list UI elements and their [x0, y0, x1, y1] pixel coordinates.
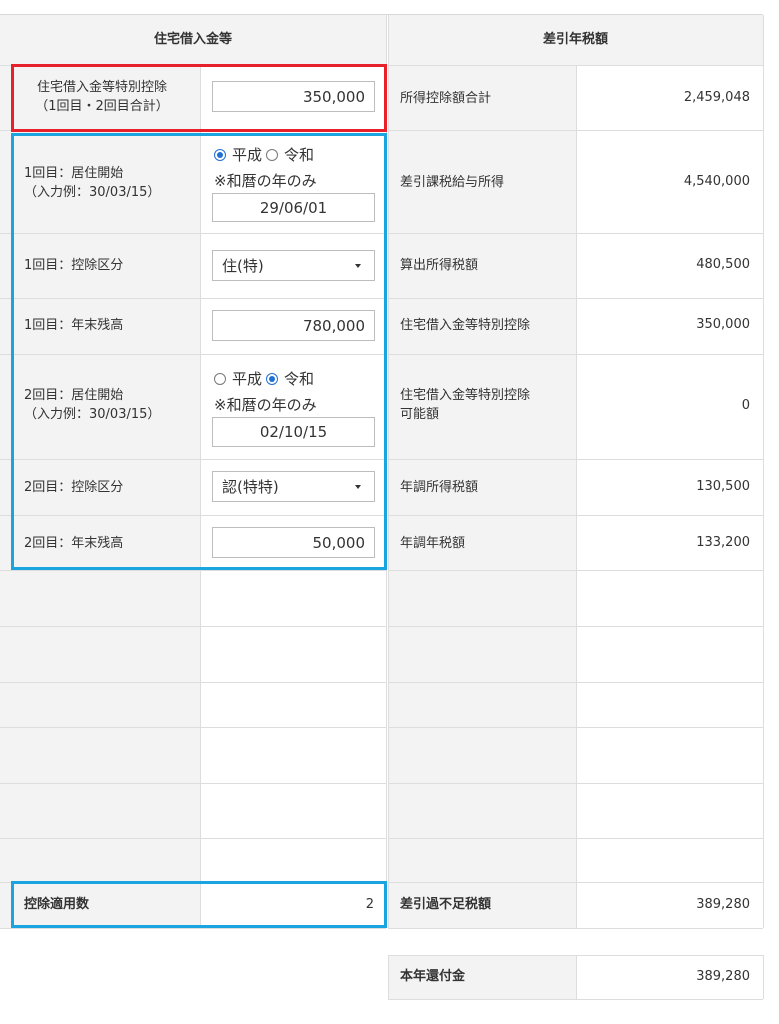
- grid-hline: [388, 626, 763, 627]
- grid-vline: [763, 15, 764, 928]
- shortage-value: 389,280: [696, 897, 750, 912]
- grid-hline: [388, 783, 763, 784]
- right-row-value: 350,000: [696, 317, 750, 332]
- grid-hline: [388, 459, 763, 460]
- grid-hline: [388, 928, 763, 929]
- grid-vline: [576, 65, 577, 928]
- right-row-label: 年調年税額: [400, 536, 466, 551]
- grid-hline: [388, 233, 763, 234]
- right-row-label: 年調所得税額: [400, 480, 479, 495]
- grid-hline: [388, 298, 763, 299]
- grid-hline: [0, 783, 386, 784]
- grid-vline: [763, 955, 764, 999]
- grid-hline: [388, 838, 763, 839]
- refund-value: 389,280: [696, 969, 750, 984]
- highlight-red-box: [11, 64, 387, 132]
- grid-hline: [388, 682, 763, 683]
- grid-hline: [0, 682, 386, 683]
- right-row-value: 130,500: [696, 479, 750, 494]
- grid-hline: [0, 727, 386, 728]
- left-header-title: 住宅借入金等: [153, 32, 232, 47]
- grid-hline: [388, 999, 763, 1000]
- grid-hline: [388, 727, 763, 728]
- right-row-label-line1: 住宅借入金等特別控除: [400, 388, 531, 403]
- grid-hline: [0, 928, 386, 929]
- grid-hline: [0, 838, 386, 839]
- highlight-blue-box: [11, 133, 387, 570]
- grid-vline: [388, 15, 389, 928]
- grid-vline: [388, 955, 389, 999]
- right-header-title: 差引年税額: [542, 32, 608, 47]
- right-row-value: 0: [741, 398, 750, 413]
- grid-hline: [388, 882, 763, 883]
- grid-hline: [388, 65, 763, 66]
- right-row-value: 2,459,048: [683, 90, 750, 105]
- right-row-value: 4,540,000: [683, 174, 750, 189]
- right-row-label: 算出所得税額: [400, 258, 479, 273]
- grid-hline: [388, 570, 763, 571]
- right-row-value: 133,200: [696, 535, 750, 550]
- grid-hline: [0, 570, 386, 571]
- grid-vline: [576, 955, 577, 999]
- grid-hline: [388, 354, 763, 355]
- grid-hline: [388, 515, 763, 516]
- right-row-label: 住宅借入金等特別控除 可能額: [400, 386, 530, 424]
- right-row-label-line2: 可能額: [400, 407, 440, 422]
- refund-label: 本年還付金: [400, 969, 466, 984]
- grid-hline: [388, 130, 763, 131]
- right-row-label: 所得控除額合計: [400, 91, 492, 106]
- right-row-label: 差引課税給与所得: [400, 175, 505, 190]
- grid-hline: [0, 626, 386, 627]
- grid-hline: [388, 955, 763, 956]
- highlight-blue-box-count: [11, 881, 387, 928]
- right-row-label: 住宅借入金等特別控除: [400, 318, 531, 333]
- right-row-value: 480,500: [696, 257, 750, 272]
- shortage-label: 差引過不足税額: [400, 897, 492, 912]
